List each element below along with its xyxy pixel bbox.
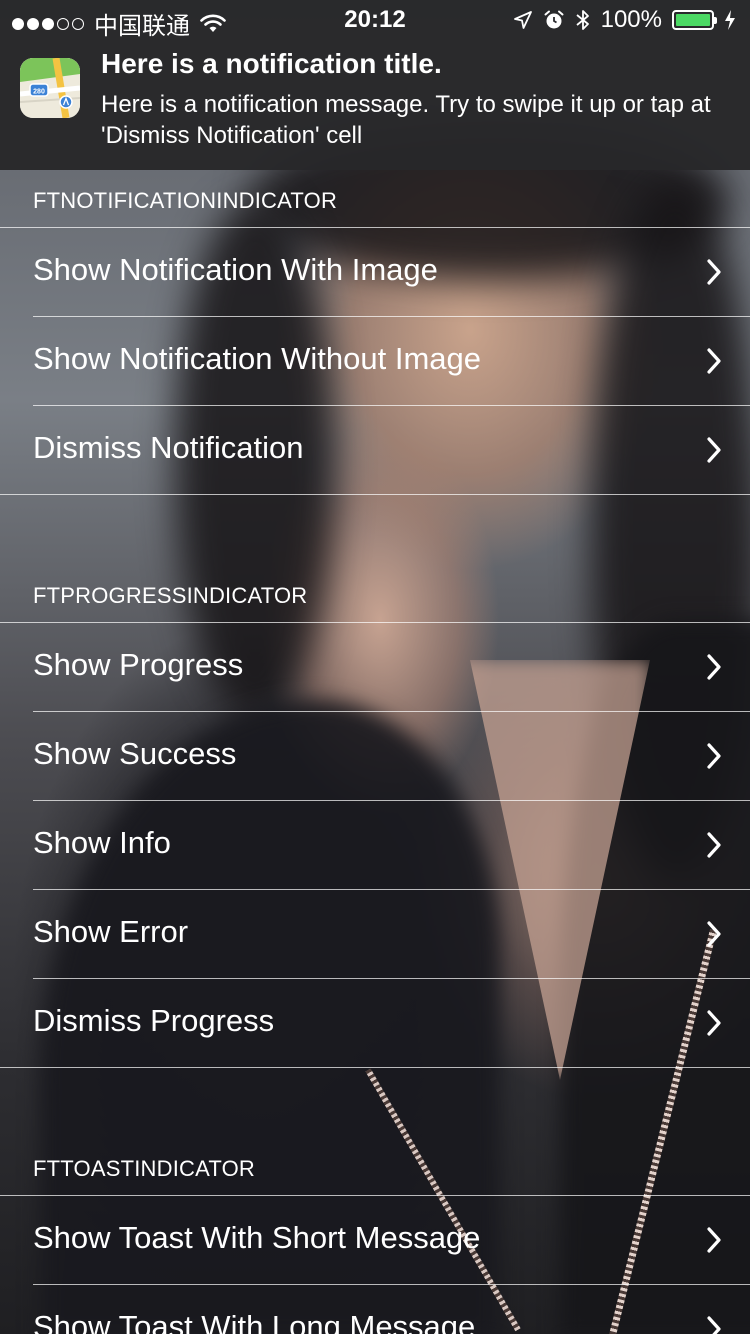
table-row-show-notification-without-image[interactable]: Show Notification Without Image xyxy=(0,317,750,405)
row-label: Show Info xyxy=(33,825,171,860)
row-label: Show Success xyxy=(33,736,237,771)
row-label: Show Toast With Short Message xyxy=(33,1220,481,1255)
battery-percent: 100% xyxy=(600,6,662,33)
chevron-right-icon xyxy=(707,654,721,680)
row-label: Show Notification With Image xyxy=(33,252,438,287)
table-row-show-success[interactable]: Show Success xyxy=(0,712,750,800)
chevron-right-icon xyxy=(707,743,721,769)
alarm-clock-icon xyxy=(544,10,564,29)
maps-app-icon: 280 xyxy=(20,58,80,118)
row-label: Show Toast With Long Message xyxy=(33,1309,476,1334)
chevron-right-icon xyxy=(707,921,721,947)
row-label: Show Progress xyxy=(33,647,244,682)
indicator-table: FTNOTIFICATIONINDICATOR Show Notification… xyxy=(0,170,750,1334)
table-row-dismiss-progress[interactable]: Dismiss Progress xyxy=(0,979,750,1067)
section-header-ftnotificationindicator: FTNOTIFICATIONINDICATOR xyxy=(0,170,750,227)
row-label: Show Notification Without Image xyxy=(33,341,481,376)
status-bar: 中国联通 20:12 100% xyxy=(0,0,750,40)
row-label: Dismiss Notification xyxy=(33,430,304,465)
chevron-right-icon xyxy=(707,832,721,858)
chevron-right-icon xyxy=(707,437,721,463)
chevron-right-icon xyxy=(707,1316,721,1334)
table-row-show-info[interactable]: Show Info xyxy=(0,801,750,889)
section-header-label: FTNOTIFICATIONINDICATOR xyxy=(33,188,338,213)
row-label: Show Error xyxy=(33,914,189,949)
battery-level-fill xyxy=(676,14,710,26)
charging-bolt-icon xyxy=(725,10,735,30)
notification-message: Here is a notification message. Try to s… xyxy=(101,91,711,149)
chevron-right-icon xyxy=(707,1010,721,1036)
table-row-dismiss-notification[interactable]: Dismiss Notification xyxy=(0,406,750,494)
table-row-show-notification-with-image[interactable]: Show Notification With Image xyxy=(0,228,750,316)
chevron-right-icon xyxy=(707,1227,721,1253)
battery-icon xyxy=(672,10,717,30)
section-header-fttoastindicator: FTTOASTINDICATOR xyxy=(0,1138,750,1195)
section-header-ftprogressindicator: FTPROGRESSINDICATOR xyxy=(0,565,750,622)
table-row-show-toast-with-long-message[interactable]: Show Toast With Long Message xyxy=(0,1285,750,1334)
chevron-right-icon xyxy=(707,348,721,374)
section-header-label: FTPROGRESSINDICATOR xyxy=(33,583,308,608)
chevron-right-icon xyxy=(707,259,721,285)
notification-title: Here is a notification title. xyxy=(101,48,442,79)
screen: 中国联通 20:12 100% 280 Here is a notificati… xyxy=(0,0,750,1334)
section-header-label: FTTOASTINDICATOR xyxy=(33,1156,255,1181)
table-row-show-progress[interactable]: Show Progress xyxy=(0,623,750,711)
table-row-show-toast-with-short-message[interactable]: Show Toast With Short Message xyxy=(0,1196,750,1284)
table-row-show-error[interactable]: Show Error xyxy=(0,890,750,978)
location-arrow-icon xyxy=(513,11,532,29)
row-label: Dismiss Progress xyxy=(33,1003,275,1038)
bluetooth-icon xyxy=(576,10,589,30)
svg-text:280: 280 xyxy=(33,89,45,96)
